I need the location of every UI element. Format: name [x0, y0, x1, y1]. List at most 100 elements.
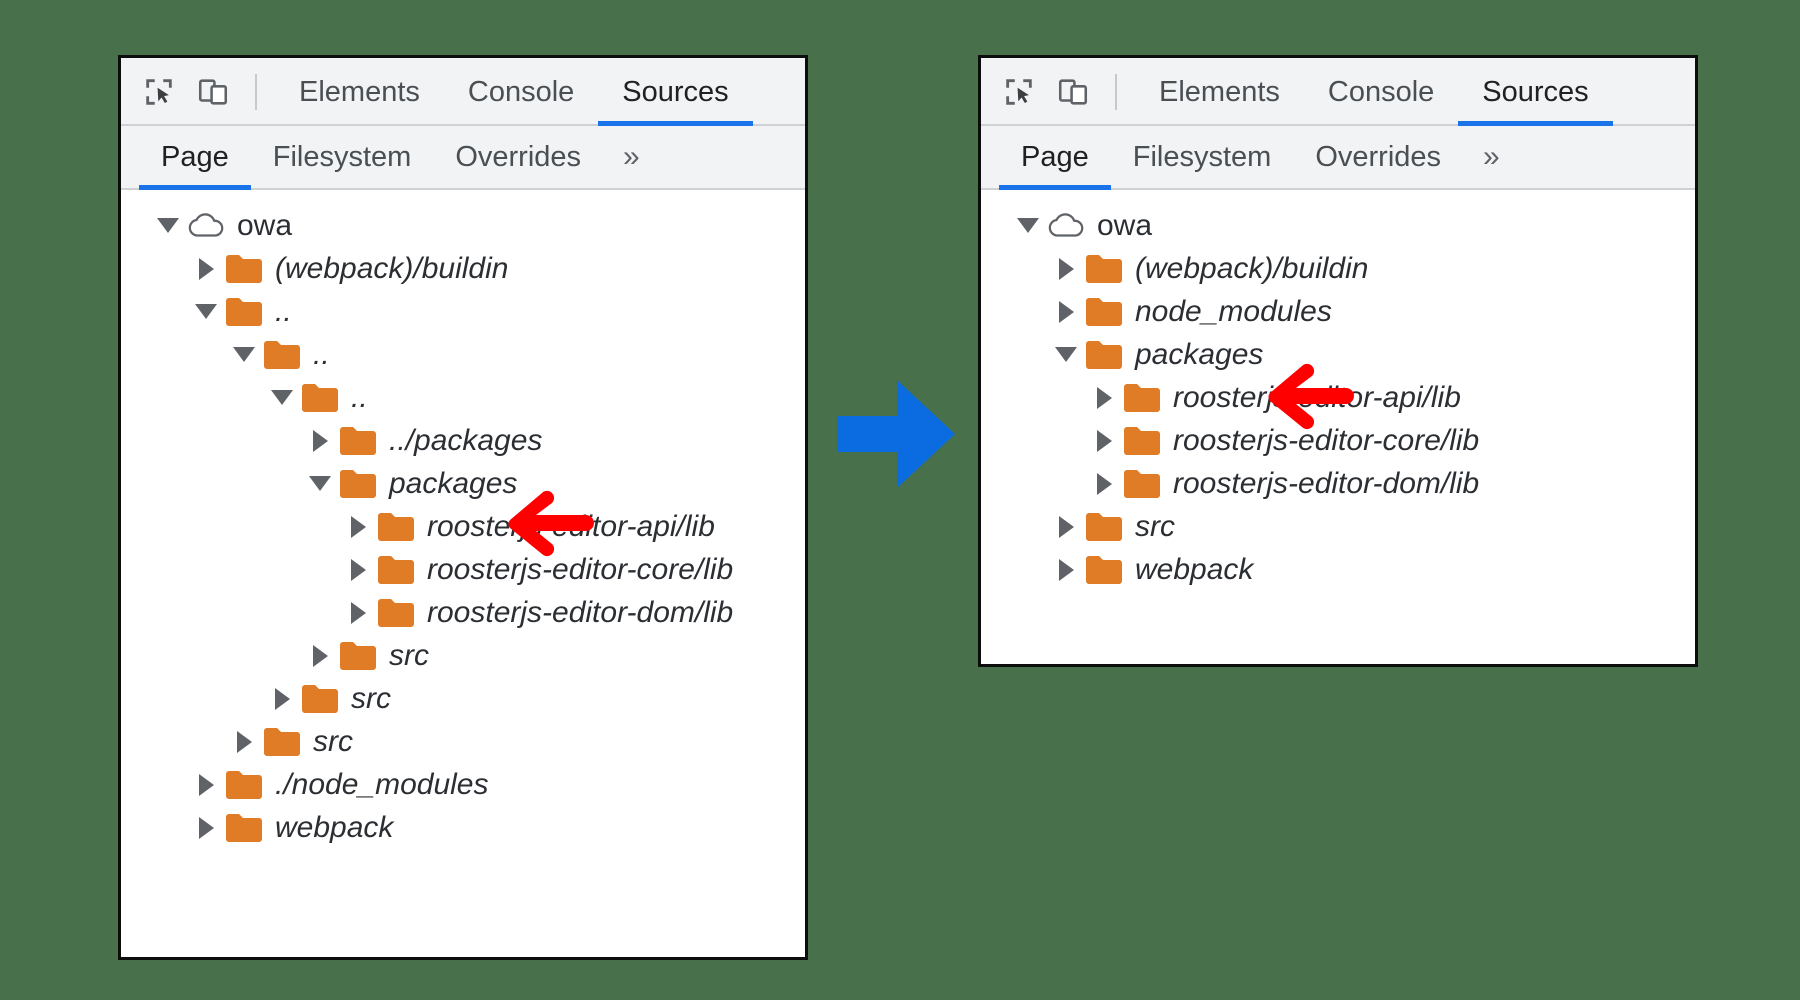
- tree-node-label: (webpack)/buildin: [275, 252, 508, 286]
- tab-elements[interactable]: Elements: [1135, 58, 1304, 126]
- chevron-right-icon[interactable]: [269, 686, 295, 712]
- chevron-down-icon[interactable]: [155, 213, 181, 239]
- chevron-right-icon[interactable]: [193, 815, 219, 841]
- more-tabs-icon[interactable]: »: [603, 126, 660, 188]
- tab-page[interactable]: Page: [139, 126, 251, 188]
- tab-sources[interactable]: Sources: [1458, 58, 1612, 126]
- chevron-right-icon[interactable]: [345, 600, 371, 626]
- chevron-down-icon[interactable]: [307, 471, 333, 497]
- tree-node[interactable]: src: [981, 505, 1695, 548]
- tree-node-label: node_modules: [1135, 295, 1332, 329]
- chevron-right-icon[interactable]: [1053, 299, 1079, 325]
- tree-node[interactable]: webpack: [121, 806, 805, 849]
- tab-elements[interactable]: Elements: [275, 58, 444, 126]
- tree-node[interactable]: owa: [981, 204, 1695, 247]
- tab-console[interactable]: Console: [444, 58, 598, 126]
- chevron-right-icon[interactable]: [1091, 385, 1117, 411]
- device-toolbar-icon[interactable]: [1053, 72, 1093, 112]
- folder-icon: [225, 811, 263, 845]
- tab-page[interactable]: Page: [999, 126, 1111, 188]
- chevron-right-icon[interactable]: [193, 256, 219, 282]
- tree-node[interactable]: ..: [121, 376, 805, 419]
- tree-node[interactable]: src: [121, 634, 805, 677]
- tree-node-label: roosterjs-editor-core/lib: [1173, 424, 1479, 458]
- chevron-right-icon[interactable]: [1053, 514, 1079, 540]
- folder-icon: [1123, 424, 1161, 458]
- folder-icon: [1085, 252, 1123, 286]
- tree-node[interactable]: ./node_modules: [121, 763, 805, 806]
- tree-node[interactable]: ..: [121, 290, 805, 333]
- folder-icon: [377, 553, 415, 587]
- chevron-right-icon[interactable]: [193, 772, 219, 798]
- devtools-panel-after: Elements Console Sources Page Filesystem…: [978, 55, 1698, 667]
- tab-filesystem[interactable]: Filesystem: [1111, 126, 1294, 188]
- tree-node[interactable]: owa: [121, 204, 805, 247]
- tree-node-label: ..: [351, 381, 368, 415]
- tree-node[interactable]: packages: [981, 333, 1695, 376]
- tree-node[interactable]: src: [121, 677, 805, 720]
- tree-node[interactable]: roosterjs-editor-dom/lib: [121, 591, 805, 634]
- folder-icon: [339, 639, 377, 673]
- tree-node[interactable]: roosterjs-editor-dom/lib: [981, 462, 1695, 505]
- inspect-element-icon[interactable]: [139, 72, 179, 112]
- chevron-right-icon[interactable]: [345, 514, 371, 540]
- tab-filesystem[interactable]: Filesystem: [251, 126, 434, 188]
- devtools-tab-strip: Elements Console Sources: [1135, 58, 1613, 126]
- folder-icon: [1085, 338, 1123, 372]
- folder-icon: [1123, 381, 1161, 415]
- cloud-icon: [1047, 209, 1085, 243]
- file-tree-before: owa (webpack)/buildin...... ../packages pac…: [121, 190, 805, 859]
- tree-node[interactable]: ..: [121, 333, 805, 376]
- folder-icon: [263, 338, 301, 372]
- folder-icon: [377, 596, 415, 630]
- tab-overrides[interactable]: Overrides: [1293, 126, 1463, 188]
- inspect-element-icon[interactable]: [999, 72, 1039, 112]
- tree-node[interactable]: ../packages: [121, 419, 805, 462]
- tree-node-label: src: [389, 639, 429, 673]
- navigator-tab-strip: Page Filesystem Overrides »: [981, 126, 1695, 190]
- tree-node-label: ../packages: [389, 424, 542, 458]
- tree-node[interactable]: (webpack)/buildin: [981, 247, 1695, 290]
- tree-node-label: packages: [1135, 338, 1263, 372]
- tree-node[interactable]: node_modules: [981, 290, 1695, 333]
- device-toolbar-icon[interactable]: [193, 72, 233, 112]
- folder-icon: [1085, 553, 1123, 587]
- tree-node[interactable]: (webpack)/buildin: [121, 247, 805, 290]
- folder-icon: [1085, 510, 1123, 544]
- file-tree-after: owa(webpack)/buildin node_modules packages…: [981, 190, 1695, 601]
- more-tabs-icon[interactable]: »: [1463, 126, 1520, 188]
- chevron-right-icon[interactable]: [1091, 428, 1117, 454]
- tree-node-label: ./node_modules: [275, 768, 489, 802]
- tree-node-label: packages: [389, 467, 517, 501]
- chevron-right-icon[interactable]: [345, 557, 371, 583]
- chevron-right-icon[interactable]: [1091, 471, 1117, 497]
- tree-node-label: roosterjs-editor-core/lib: [427, 553, 733, 587]
- folder-icon: [225, 295, 263, 329]
- tree-node-label: ..: [313, 338, 330, 372]
- chevron-down-icon[interactable]: [1015, 213, 1041, 239]
- tab-console[interactable]: Console: [1304, 58, 1458, 126]
- folder-icon: [1123, 467, 1161, 501]
- chevron-down-icon[interactable]: [231, 342, 257, 368]
- chevron-right-icon[interactable]: [1053, 256, 1079, 282]
- chevron-right-icon[interactable]: [231, 729, 257, 755]
- chevron-right-icon[interactable]: [307, 643, 333, 669]
- chevron-down-icon[interactable]: [269, 385, 295, 411]
- tree-node-label: roosterjs-editor-dom/lib: [1173, 467, 1479, 501]
- folder-icon: [301, 682, 339, 716]
- folder-icon: [301, 381, 339, 415]
- chevron-down-icon[interactable]: [193, 299, 219, 325]
- tree-node[interactable]: packages: [121, 462, 805, 505]
- chevron-right-icon[interactable]: [307, 428, 333, 454]
- tree-node[interactable]: src: [121, 720, 805, 763]
- tree-node[interactable]: roosterjs-editor-api/lib: [121, 505, 805, 548]
- tree-node[interactable]: roosterjs-editor-core/lib: [981, 419, 1695, 462]
- tree-node[interactable]: roosterjs-editor-core/lib: [121, 548, 805, 591]
- tab-sources[interactable]: Sources: [598, 58, 752, 126]
- chevron-right-icon[interactable]: [1053, 557, 1079, 583]
- tree-node[interactable]: webpack: [981, 548, 1695, 591]
- tree-node[interactable]: roosterjs-editor-api/lib: [981, 376, 1695, 419]
- chevron-down-icon[interactable]: [1053, 342, 1079, 368]
- tab-overrides[interactable]: Overrides: [433, 126, 603, 188]
- tree-node-label: ..: [275, 295, 292, 329]
